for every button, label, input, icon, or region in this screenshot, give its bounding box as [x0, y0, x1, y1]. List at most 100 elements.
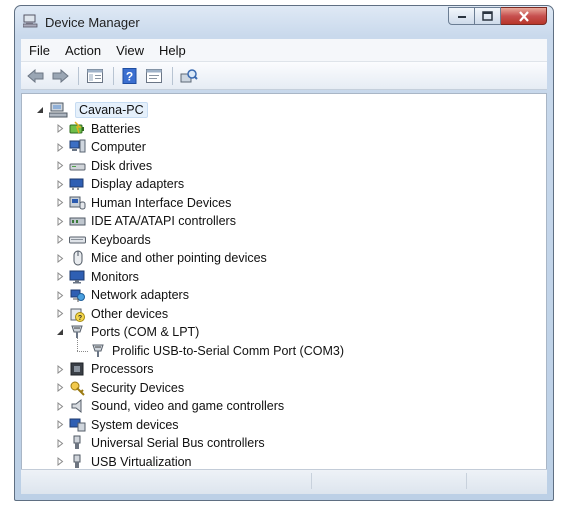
category-icon-wrap [68, 195, 86, 211]
category-icon-wrap [68, 269, 86, 285]
tree-category-expander[interactable] [55, 175, 64, 193]
back-button[interactable] [25, 66, 47, 86]
category-icon-wrap [68, 287, 86, 303]
menu-bar: File Action View Help [21, 39, 547, 62]
tree-category-expander[interactable] [55, 416, 64, 434]
device-icon-wrap [89, 343, 107, 359]
tree-category-display-adapters[interactable]: Display adapters [55, 175, 184, 193]
minimize-button[interactable] [448, 7, 475, 25]
tree-category-expander[interactable] [55, 434, 64, 452]
sound-icon [71, 398, 81, 414]
tree-category-label: Ports (COM & LPT) [91, 325, 200, 339]
collapsed-triangle-icon [57, 198, 63, 207]
tree-root-expander[interactable] [35, 101, 44, 119]
category-icon-wrap [68, 417, 86, 433]
display-adapter-icon [69, 178, 83, 190]
category-icon-wrap [68, 361, 86, 377]
collapsed-triangle-icon [57, 309, 63, 318]
menu-action[interactable]: Action [58, 43, 108, 58]
collapsed-triangle-icon [57, 457, 63, 466]
collapsed-triangle-icon [57, 272, 63, 281]
tree-category-system-devices[interactable]: System devices [55, 416, 179, 434]
tree-category-expander[interactable] [55, 286, 64, 304]
maximize-button[interactable] [475, 7, 501, 25]
processor-icon [70, 362, 83, 376]
category-icon-wrap: ? [68, 306, 86, 322]
tree-category-label: Keyboards [91, 232, 151, 247]
tree-device-item[interactable]: Prolific USB-to-Serial Comm Port (COM3) [89, 342, 344, 360]
collapsed-triangle-icon [57, 401, 63, 411]
tree-category-label: Mice and other pointing devices [91, 251, 267, 265]
forward-button[interactable] [49, 66, 71, 86]
tree-category-label: Human Interface Devices [91, 195, 232, 210]
status-bar-divider [311, 473, 312, 489]
properties-button[interactable] [143, 66, 165, 86]
help-button[interactable]: ? [119, 66, 141, 86]
tree-category-mice-and-other-pointing-devices[interactable]: Mice and other pointing devices [55, 249, 267, 267]
device-tree: Cavana-PC Batteries Computer Disk drives Dis… [21, 93, 547, 470]
menu-help[interactable]: Help [152, 43, 193, 58]
tree-category-expander[interactable] [55, 138, 64, 156]
tree-category-expander[interactable] [55, 194, 64, 212]
tree-category-batteries[interactable]: Batteries [55, 120, 140, 138]
toolbar-separator [172, 66, 173, 85]
root-icon-wrap [48, 102, 70, 118]
tree-root-cavana-pc[interactable]: Cavana-PC [35, 101, 148, 119]
close-button[interactable] [501, 7, 547, 25]
scan-hardware-button[interactable] [178, 66, 200, 86]
tree-category-label: Security Devices [91, 380, 185, 395]
keyboard-icon [68, 236, 86, 243]
monitor-icon [69, 270, 84, 283]
tree-category-expander[interactable] [55, 323, 64, 341]
tree-category-security-devices[interactable]: Security Devices [55, 379, 184, 397]
tree-category-monitors[interactable]: Monitors [55, 268, 139, 286]
tree-category-disk-drives[interactable]: Disk drives [55, 157, 152, 175]
forward-arrow-icon [52, 68, 69, 83]
tree-category-expander[interactable] [55, 453, 64, 471]
maximize-icon [482, 11, 493, 21]
tree-category-expander[interactable] [55, 360, 64, 378]
tree-category-computer[interactable]: Computer [55, 138, 146, 156]
menu-file[interactable]: File [22, 43, 57, 58]
tree-category-other-devices[interactable]: ? Other devices [55, 305, 168, 323]
tree-category-expander[interactable] [55, 268, 64, 286]
status-bar-divider [466, 473, 467, 489]
toolbar: ? [21, 62, 547, 90]
battery-icon [69, 120, 84, 133]
title-bar[interactable]: Device Manager [15, 6, 553, 36]
show-hide-console-tree-button[interactable] [84, 66, 106, 86]
category-icon-wrap [68, 454, 86, 470]
tree-category-usb-virtualization[interactable]: USB Virtualization [55, 453, 192, 471]
computer-root-icon [49, 102, 68, 118]
tree-category-processors[interactable]: Processors [55, 360, 154, 378]
tree-category-expander[interactable] [55, 305, 64, 323]
tree-category-sound-video-and-game-controllers[interactable]: Sound, video and game controllers [55, 397, 284, 415]
tree-category-label: System devices [91, 417, 179, 432]
tree-category-label: Network adapters [91, 288, 189, 302]
tree-category-expander[interactable] [55, 231, 64, 249]
expanded-triangle-icon [36, 107, 43, 113]
tree-category-expander[interactable] [55, 397, 64, 415]
tree-category-label: Processors [91, 362, 154, 376]
collapsed-triangle-icon [57, 364, 63, 374]
tree-category-expander[interactable] [55, 249, 64, 267]
category-icon-wrap [68, 176, 86, 192]
status-bar [21, 469, 547, 494]
tree-category-expander[interactable] [55, 120, 64, 138]
collapsed-triangle-icon [57, 179, 63, 189]
tree-category-expander[interactable] [55, 157, 64, 175]
system-devices-icon [69, 418, 85, 431]
tree-category-ide-ata-atapi-controllers[interactable]: IDE ATA/ATAPI controllers [55, 212, 236, 230]
tree-category-human-interface-devices[interactable]: Human Interface Devices [55, 194, 231, 212]
category-icon-wrap [68, 380, 86, 396]
tree-category-network-adapters[interactable]: Network adapters [55, 286, 189, 304]
security-device-icon [70, 381, 85, 396]
tree-category-keyboards[interactable]: Keyboards [55, 231, 151, 249]
tree-category-universal-serial-bus-controllers[interactable]: Universal Serial Bus controllers [55, 434, 265, 452]
network-adapter-icon [70, 289, 85, 302]
menu-view[interactable]: View [109, 43, 151, 58]
tree-category-expander[interactable] [55, 212, 64, 230]
category-icon-wrap [68, 213, 86, 229]
category-icon-wrap [68, 232, 86, 248]
tree-category-expander[interactable] [55, 379, 64, 397]
